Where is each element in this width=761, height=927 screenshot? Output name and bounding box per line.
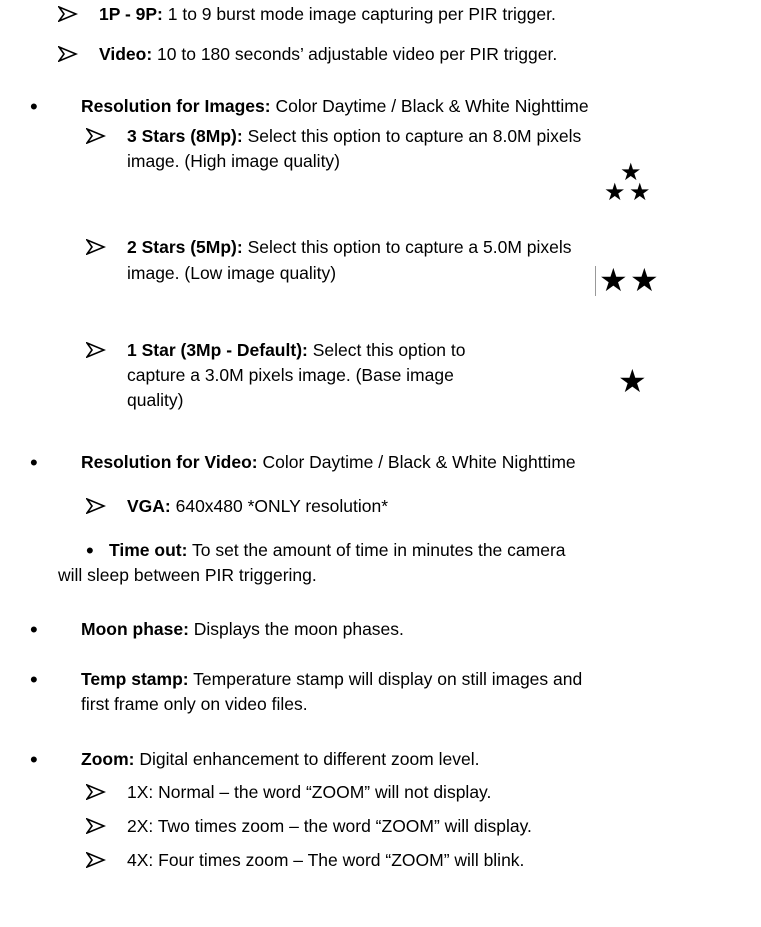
stars3-label: 3 Stars (8Mp): (127, 126, 243, 146)
moon-text: Displays the moon phases. (188, 619, 404, 639)
arrow-bullet-icon (58, 46, 78, 62)
arrow-bullet-icon (86, 342, 106, 358)
bullet-icon: • (30, 617, 38, 642)
res-video-item: Resolution for Video: Color Daytime / Bl… (81, 451, 576, 473)
burst-text: 1 to 9 burst mode image capturing per PI… (162, 4, 556, 24)
bullet-icon: • (30, 94, 38, 119)
bullet-icon: • (30, 450, 38, 475)
res-images-item: Resolution for Images: Color Daytime / B… (81, 95, 589, 117)
moon-label: Moon phase: (81, 619, 189, 639)
burst-label: 1P - 9P: (99, 4, 163, 24)
star-icon: ★ (618, 363, 647, 399)
zoom1-item: 1X: Normal – the word “ZOOM” will not di… (127, 782, 492, 802)
zoom-label: Zoom: (81, 749, 135, 769)
video-label: Video: (99, 44, 153, 64)
star1-label: 1 Star (3Mp - Default): (127, 340, 308, 360)
timeout-line2: will sleep between PIR triggering. (58, 565, 317, 585)
arrow-bullet-icon (86, 128, 106, 144)
zoom-item: Zoom: Digital enhancement to different z… (81, 748, 479, 770)
temp-line2: first frame only on video files. (81, 694, 308, 714)
res-video-label: Resolution for Video: (81, 452, 258, 472)
burst-item: 1P - 9P: 1 to 9 burst mode image capturi… (99, 3, 556, 25)
zoom-text: Digital enhancement to different zoom le… (134, 749, 480, 769)
star-icon: ★ (629, 179, 651, 206)
star-icon: ★ (599, 262, 628, 298)
arrow-bullet-icon (86, 239, 106, 255)
stars2-label: 2 Stars (5Mp): (127, 237, 243, 257)
temp-label: Temp stamp: (81, 669, 189, 689)
star1-item: 1 Star (3Mp - Default): Select this opti… (127, 339, 465, 361)
star1-text: Select this option to (307, 340, 466, 360)
arrow-bullet-icon (86, 498, 106, 514)
res-video-text: Color Daytime / Black & White Nighttime (257, 452, 576, 472)
stars2-item: 2 Stars (5Mp): Select this option to cap… (127, 236, 572, 258)
arrow-bullet-icon (86, 852, 106, 868)
stars3-item: 3 Stars (8Mp): Select this option to cap… (127, 125, 581, 147)
video-item: Video: 10 to 180 seconds’ adjustable vid… (99, 43, 557, 65)
star-icon: ★ (630, 262, 659, 298)
vga-item: VGA: 640x480 *ONLY resolution* (127, 495, 388, 517)
stars2-text: Select this option to capture a 5.0M pix… (242, 237, 572, 257)
arrow-bullet-icon (58, 6, 78, 22)
stars2-line2: image. (Low image quality) (127, 263, 337, 283)
bullet-icon: • (30, 747, 38, 772)
star1-line3: quality) (127, 390, 184, 410)
video-text: 10 to 180 seconds’ adjustable video per … (152, 44, 558, 64)
temp-item: Temp stamp: Temperature stamp will displ… (81, 668, 582, 690)
moon-item: Moon phase: Displays the moon phases. (81, 618, 404, 640)
zoom4-item: 4X: Four times zoom – The word “ZOOM” wi… (127, 850, 525, 870)
timeout-text: To set the amount of time in minutes the… (187, 540, 566, 560)
temp-text: Temperature stamp will display on still … (188, 669, 583, 689)
stars3-line2: image. (High image quality) (127, 151, 341, 171)
bullet-icon: • (30, 667, 38, 692)
star1-line2: capture a 3.0M pixels image. (Base image (127, 365, 454, 385)
res-images-label: Resolution for Images: (81, 96, 271, 116)
bullet-icon: • (86, 538, 94, 563)
timeout-item: Time out: To set the amount of time in m… (109, 539, 566, 561)
res-images-text: Color Daytime / Black & White Nighttime (270, 96, 589, 116)
zoom2-item: 2X: Two times zoom – the word “ZOOM” wil… (127, 816, 532, 836)
star-icon: ★ (604, 179, 626, 206)
arrow-bullet-icon (86, 818, 106, 834)
stars3-text: Select this option to capture an 8.0M pi… (242, 126, 582, 146)
arrow-bullet-icon (86, 784, 106, 800)
timeout-label: Time out: (109, 540, 188, 560)
vga-text: 640x480 *ONLY resolution* (170, 496, 389, 516)
vga-label: VGA: (127, 496, 171, 516)
divider (595, 266, 596, 296)
